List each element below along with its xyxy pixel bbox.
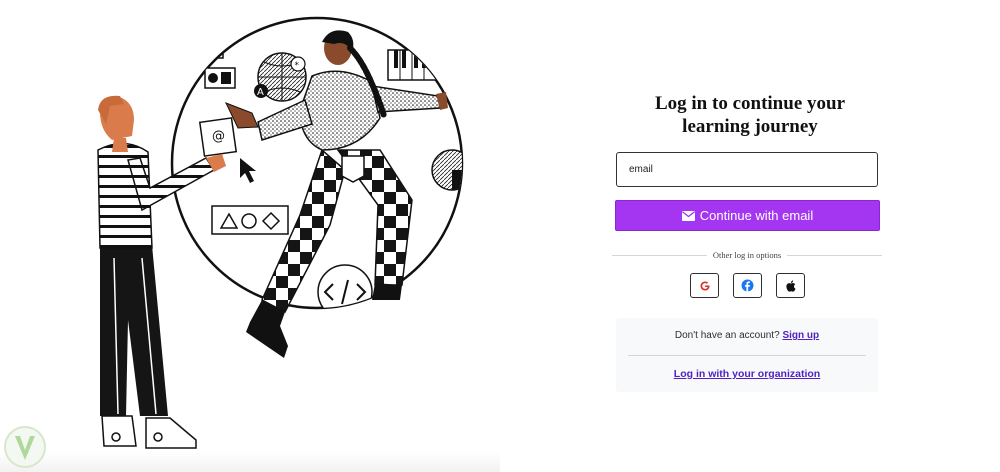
hero-illustration: @ * A xyxy=(97,16,464,449)
panel-divider xyxy=(628,355,866,356)
envelope-at-icon: @ xyxy=(198,117,238,157)
signup-link[interactable]: Sign up xyxy=(782,330,819,341)
svg-text:A: A xyxy=(257,87,264,98)
org-login-link[interactable]: Log in with your organization xyxy=(616,368,878,380)
divider-line-right xyxy=(787,254,883,256)
shapes-icon xyxy=(211,205,289,235)
page-title: Log in to continue your learning journey xyxy=(600,92,900,138)
svg-text:*: * xyxy=(295,61,300,71)
other-options-label: Other log in options xyxy=(712,250,782,260)
no-account-text: Don't have an account? xyxy=(674,330,780,341)
apple-login-button[interactable] xyxy=(776,273,805,298)
facebook-icon xyxy=(741,279,754,292)
corner-logo-icon xyxy=(4,426,46,468)
title-line-1: Log in to continue your xyxy=(654,93,846,114)
code-icon xyxy=(317,264,373,308)
continue-with-email-button[interactable]: Continue with email xyxy=(615,200,880,231)
google-icon xyxy=(700,281,709,290)
signup-panel: Don't have an account? Sign up Log in wi… xyxy=(616,318,878,392)
other-options-divider: Other log in options xyxy=(612,248,883,262)
pie-icon xyxy=(431,149,462,191)
envelope-icon xyxy=(681,210,695,221)
signup-line: Don't have an account? Sign up xyxy=(616,330,878,341)
bottom-fade xyxy=(0,452,500,472)
svg-text:@: @ xyxy=(212,129,225,144)
email-field[interactable] xyxy=(616,152,878,187)
facebook-login-button[interactable] xyxy=(733,273,762,298)
piano-keys-icon xyxy=(387,49,437,81)
continue-label: Continue with email xyxy=(699,208,814,223)
divider-line-left xyxy=(612,254,707,256)
google-login-button[interactable] xyxy=(690,273,719,298)
letter-a-icon: A xyxy=(254,84,268,98)
apple-icon xyxy=(786,279,796,292)
title-line-2: learning journey xyxy=(682,116,818,137)
